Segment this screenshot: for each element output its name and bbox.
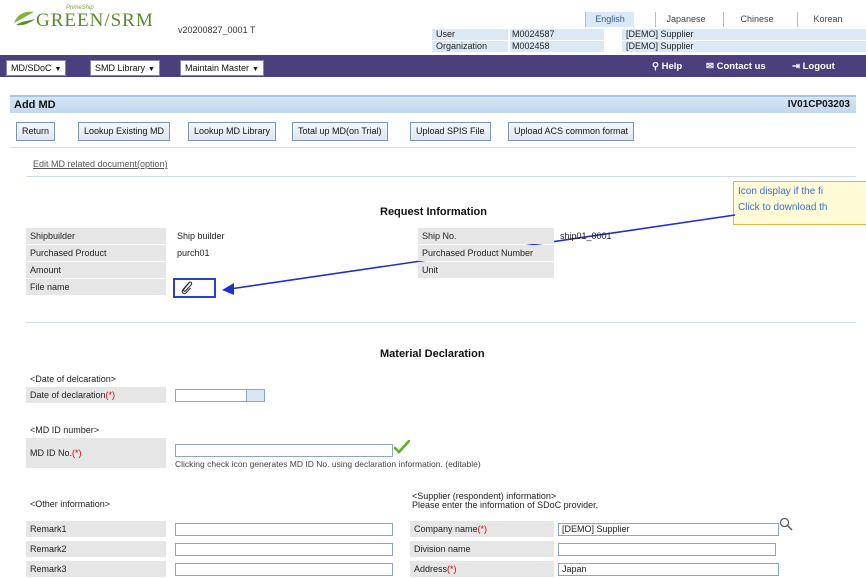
calendar-button[interactable] [246, 389, 265, 402]
other-info-section-label: <Other information> [30, 499, 111, 509]
check-icon[interactable] [393, 439, 411, 456]
md-id-note: Clicking check icon generates MD ID No. … [175, 459, 481, 469]
material-declaration-title: Material Declaration [380, 348, 485, 360]
purchased-product-label: Purchased Product [26, 245, 166, 261]
paperclip-icon[interactable] [180, 280, 194, 298]
required-mark: (*) [447, 564, 457, 574]
address-label-text: Address [414, 564, 448, 574]
address-label: Address(*) [410, 561, 554, 577]
md-id-label: MD ID No.(*) [26, 438, 166, 468]
company-name-input[interactable]: [DEMO] Supplier [558, 523, 779, 536]
md-id-label-text: MD ID No. [30, 448, 73, 458]
address-input[interactable]: Japan [558, 563, 779, 576]
date-of-declaration-input[interactable] [175, 389, 247, 402]
shipbuilder-label: Shipbuilder [26, 228, 166, 244]
ship-no-value: ship01_0001 [560, 231, 612, 241]
required-mark: (*) [105, 390, 116, 400]
shipbuilder-value: Ship builder [177, 231, 225, 241]
purchased-product-value: purch01 [177, 248, 210, 258]
divider [26, 322, 856, 323]
remark1-input[interactable] [175, 523, 393, 536]
request-info-title: Request Information [380, 206, 487, 218]
supplier-note: Please enter the information of SDoC pro… [412, 500, 599, 510]
required-mark: (*) [477, 524, 488, 534]
purchased-product-number-label: Purchased Product Number [418, 245, 554, 261]
remark3-label: Remark3 [26, 561, 166, 577]
company-label-text: Company name [414, 524, 478, 534]
date-of-declaration-label: Date of declaration(*) [26, 387, 166, 403]
division-name-label: Division name [410, 541, 554, 557]
md-id-input[interactable] [175, 444, 393, 457]
search-icon[interactable] [779, 517, 793, 533]
file-name-label: File name [26, 279, 166, 295]
remark2-label: Remark2 [26, 541, 166, 557]
amount-label: Amount [26, 262, 166, 278]
md-id-section-label: <MD ID number> [30, 425, 100, 435]
date-label-text: Date of declaration [30, 390, 106, 400]
required-mark: (*) [72, 448, 82, 458]
company-name-label: Company name(*) [410, 521, 554, 537]
date-section-label: <Date of delcaration> [30, 374, 117, 384]
remark1-label: Remark1 [26, 521, 166, 537]
ship-no-label: Ship No. [418, 228, 554, 244]
remark3-input[interactable] [175, 563, 393, 576]
division-name-input[interactable] [558, 543, 776, 556]
unit-label: Unit [418, 262, 554, 278]
remark2-input[interactable] [175, 543, 393, 556]
